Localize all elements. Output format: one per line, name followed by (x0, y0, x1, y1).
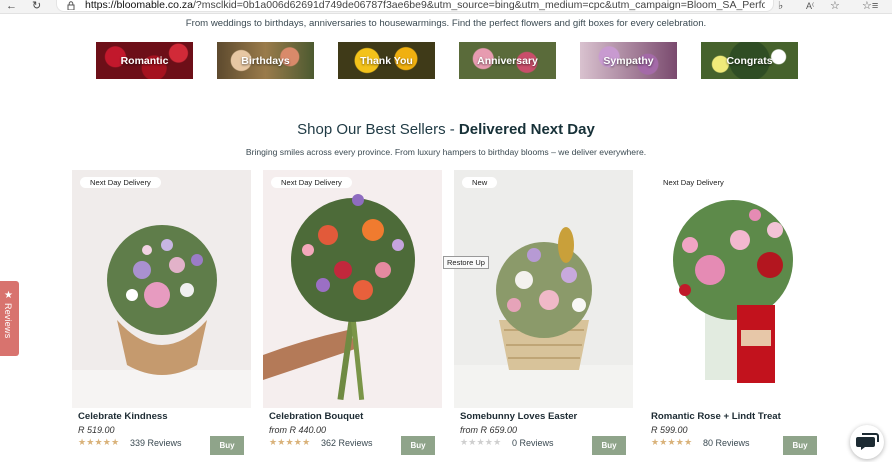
product-price: R 519.00 (78, 425, 115, 435)
category-anniversary[interactable]: Anniversary (459, 42, 556, 79)
restore-up-tooltip: Restore Up (443, 256, 489, 269)
review-count[interactable]: 80 Reviews (703, 438, 750, 448)
buy-button[interactable]: Buy (783, 436, 817, 455)
category-congrats[interactable]: Congrats (701, 42, 798, 79)
rating-stars: ★★★★★ (460, 437, 502, 447)
product-badge: Next Day Delivery (80, 177, 161, 188)
review-count[interactable]: 362 Reviews (321, 438, 373, 448)
chat-button[interactable] (850, 425, 884, 459)
product-image[interactable]: Next Day Delivery (645, 170, 824, 408)
rating-stars: ★★★★★ (269, 437, 311, 447)
rating-stars: ★★★★★ (651, 437, 693, 447)
reviews-side-tab[interactable]: ★ Reviews (0, 281, 19, 356)
buy-button[interactable]: Buy (401, 436, 435, 455)
product-name[interactable]: Somebunny Loves Easter (460, 411, 577, 422)
chat-icon (856, 433, 879, 450)
section-title: Shop Our Best Sellers - Delivered Next D… (297, 121, 595, 138)
category-thank-you[interactable]: Thank You (338, 42, 435, 79)
product-name[interactable]: Romantic Rose + Lindt Treat (651, 411, 781, 422)
product-price: R 599.00 (651, 425, 688, 435)
bell-icon[interactable]: ♭ (778, 0, 783, 12)
product-badge: Next Day Delivery (653, 177, 734, 188)
category-birthdays[interactable]: Birthdays (217, 42, 314, 79)
product-card[interactable]: New Somebunny Loves Easter from R 659.00… (454, 170, 633, 462)
buy-button[interactable]: Buy (592, 436, 626, 455)
product-name[interactable]: Celebrate Kindness (78, 411, 168, 422)
favorites-icon[interactable]: ☆≡ (862, 0, 878, 12)
read-aloud-icon[interactable]: A⁽ (806, 0, 814, 12)
product-price: from R 440.00 (269, 425, 327, 435)
product-name[interactable]: Celebration Bouquet (269, 411, 363, 422)
browser-toolbar: ← ↻ https://bloomable.co.za/?msclkid=0b1… (0, 0, 892, 14)
section-subtitle: Bringing smiles across every province. F… (245, 147, 647, 157)
buy-button[interactable]: Buy (210, 436, 244, 455)
star-icon[interactable]: ☆ (830, 0, 840, 12)
product-badge: New (462, 177, 498, 188)
refresh-icon[interactable]: ↻ (32, 0, 41, 12)
rating-stars: ★★★★★ (78, 437, 120, 447)
product-price: from R 659.00 (460, 425, 518, 435)
product-card[interactable]: Next Day Delivery Celebration Bouquet fr… (263, 170, 442, 462)
category-sympathy[interactable]: Sympathy (580, 42, 677, 79)
product-image[interactable]: Next Day Delivery (72, 170, 251, 408)
product-card[interactable]: Next Day Delivery Romantic Rose + Lindt … (645, 170, 824, 462)
address-bar[interactable]: https://bloomable.co.za/?msclkid=0b1a006… (56, 0, 774, 12)
review-count[interactable]: 339 Reviews (130, 438, 182, 448)
url-text: https://bloomable.co.za/?msclkid=0b1a006… (85, 0, 765, 11)
tagline: From weddings to birthdays, anniversarie… (185, 18, 707, 29)
product-image[interactable]: Next Day Delivery (263, 170, 442, 408)
review-count[interactable]: 0 Reviews (512, 438, 554, 448)
product-image[interactable]: New (454, 170, 633, 408)
category-romantic[interactable]: Romantic (96, 42, 193, 79)
star-icon: ★ (4, 290, 13, 301)
product-badge: Next Day Delivery (271, 177, 352, 188)
lock-icon (67, 1, 75, 10)
back-arrow-icon[interactable]: ← (6, 0, 17, 12)
product-card[interactable]: Next Day Delivery Celebrate Kindness R 5… (72, 170, 251, 462)
